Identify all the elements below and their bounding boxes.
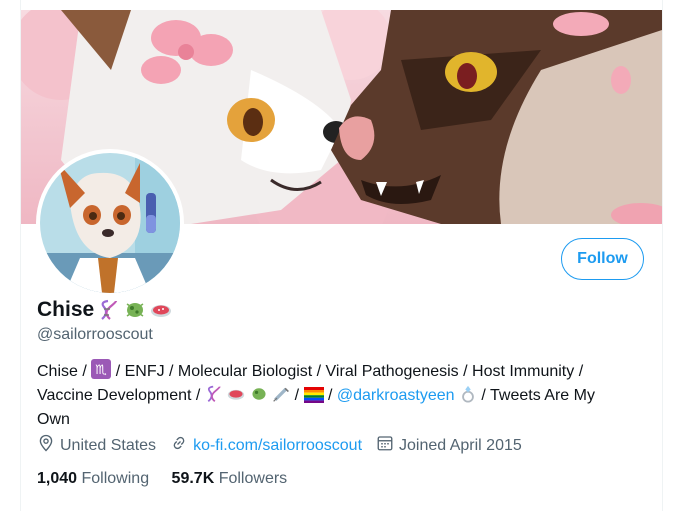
- display-name-row: Chise: [37, 298, 172, 322]
- profile-card: Follow Chise @sailorrooscout Chise / ♏ /…: [20, 0, 663, 511]
- following-link[interactable]: 1,040 Following: [37, 470, 149, 487]
- svg-text:♏: ♏: [95, 363, 107, 378]
- display-name: Chise: [37, 298, 95, 321]
- rainbow-flag-icon: [303, 387, 324, 409]
- bio-text: /: [327, 387, 333, 404]
- profile-avatar[interactable]: [36, 149, 184, 297]
- syringe-icon: [272, 385, 290, 409]
- bio-text: / ENFJ / Molecular Biologist / Viral Pat…: [115, 363, 584, 380]
- bio-text: Vaccine Development /: [37, 387, 201, 404]
- location-item: United States: [37, 434, 156, 457]
- website-link[interactable]: ko-fi.com/sailorrooscout: [193, 437, 362, 455]
- bio-text: /: [294, 387, 300, 404]
- link-icon: [170, 434, 193, 457]
- bio-line-2: Vaccine Development / / / @darkroastyeen…: [37, 385, 637, 409]
- scorpio-icon: ♏: [91, 359, 112, 385]
- followers-count: 59.7K: [171, 470, 215, 487]
- followers-link[interactable]: 59.7K Followers: [172, 470, 288, 487]
- location-pin-icon: [37, 434, 60, 457]
- dna-icon: [205, 385, 223, 409]
- website-item[interactable]: ko-fi.com/sailorrooscout: [170, 434, 362, 457]
- bio-line-3: Own: [37, 411, 70, 428]
- mention-link[interactable]: @darkroastyeen: [337, 387, 455, 404]
- following-count: 1,040: [37, 470, 78, 487]
- follow-stats: 1,040 Following 59.7K Followers: [37, 470, 305, 488]
- joined-item: Joined April 2015: [376, 434, 522, 457]
- petri-dish-icon: [150, 299, 172, 321]
- microbe-icon: [250, 385, 268, 409]
- calendar-icon: [376, 434, 399, 457]
- joined-text: Joined April 2015: [399, 436, 522, 454]
- bio-text: / Tweets Are My: [481, 387, 595, 404]
- profile-bio: Chise / ♏ / ENFJ / Molecular Biologist /…: [37, 359, 637, 430]
- profile-handle: @sailorrooscout: [37, 326, 153, 343]
- petri-dish-icon: [227, 385, 245, 409]
- following-label: Following: [81, 470, 150, 487]
- profile-meta: United States ko-fi.com/sailorrooscout J…: [37, 434, 536, 457]
- bio-text: Chise /: [37, 363, 87, 380]
- bio-line-1: Chise / ♏ / ENFJ / Molecular Biologist /…: [37, 359, 637, 385]
- location-text: United States: [60, 436, 157, 454]
- follow-button[interactable]: Follow: [561, 238, 644, 280]
- followers-label: Followers: [218, 470, 288, 487]
- dna-icon: [98, 299, 120, 321]
- microbe-icon: [124, 299, 146, 321]
- ring-icon: [459, 385, 477, 409]
